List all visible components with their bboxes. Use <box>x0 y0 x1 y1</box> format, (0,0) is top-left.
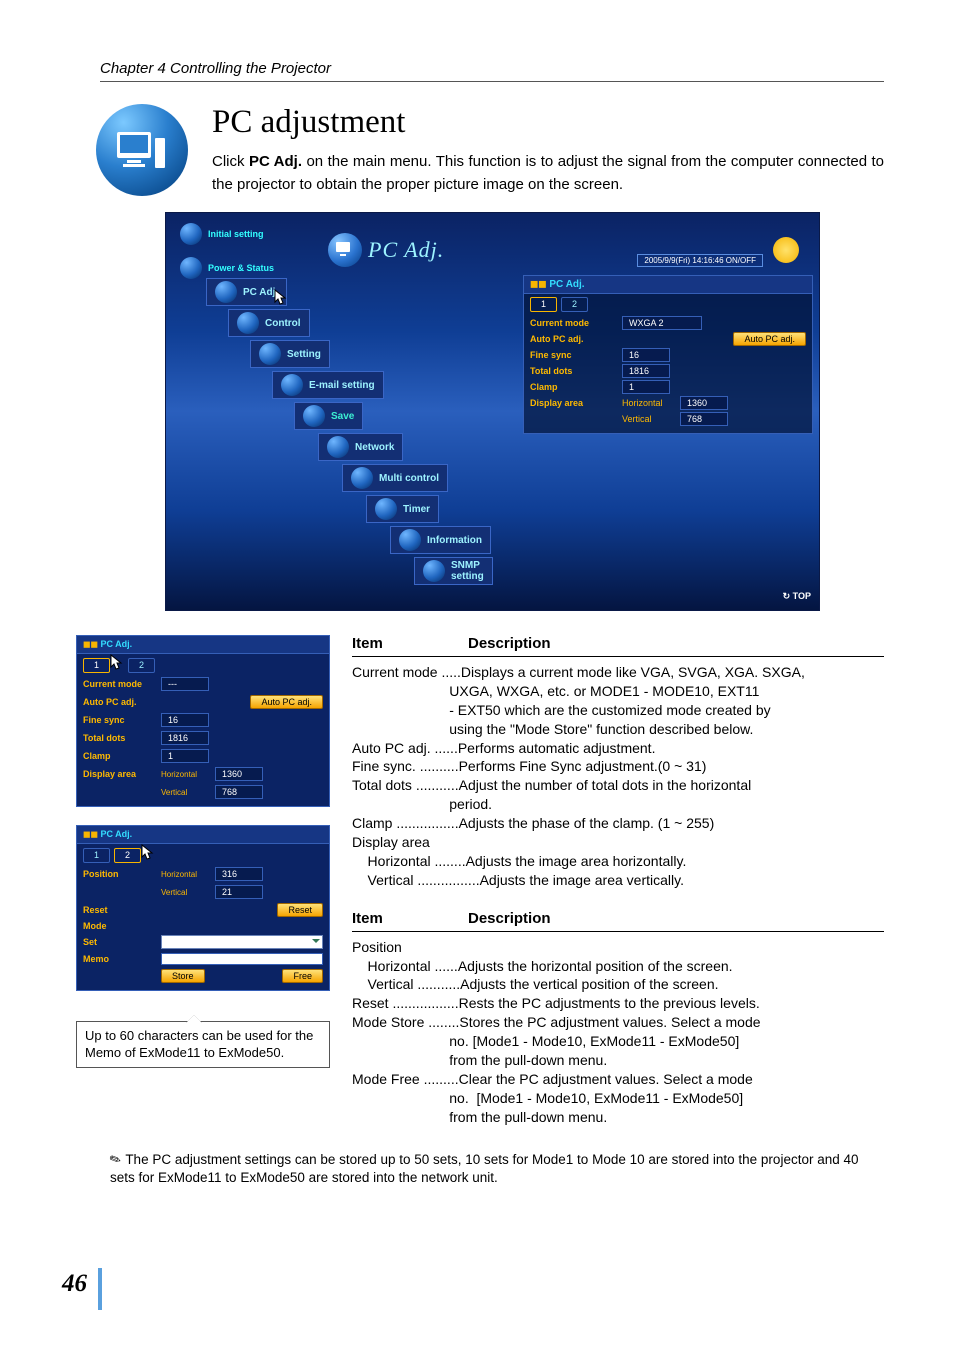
nav-control[interactable]: Control <box>228 309 310 337</box>
free-button[interactable]: Free <box>282 969 323 983</box>
main-screenshot: Initial setting Power & Status PC Adj. 2… <box>165 212 820 611</box>
page-number: 46 <box>62 1270 87 1298</box>
section-icon <box>96 104 188 196</box>
sun-icon <box>773 237 799 263</box>
table1-body: Current mode .....Displays a current mod… <box>352 663 884 890</box>
fine-sync-value[interactable]: 16 <box>622 348 670 362</box>
reset-button[interactable]: Reset <box>277 903 323 917</box>
gear-icon <box>180 223 202 245</box>
cursor-icon <box>110 654 124 670</box>
mini-screenshot-2: ◼◼ PC Adj. 1 2 PositionHorizontal316 Ver… <box>76 825 330 991</box>
m1-tab-1[interactable]: 1 <box>83 658 110 673</box>
page-stripe <box>98 1268 102 1310</box>
auto-pc-button[interactable]: Auto PC adj. <box>733 332 806 346</box>
tab-2[interactable]: 2 <box>561 297 588 312</box>
footnote: ✎The PC adjustment settings can be store… <box>110 1151 884 1187</box>
clock-box: 2005/9/9(Fri) 14:16:46 ON/OFF <box>637 254 763 267</box>
cursor-icon <box>274 289 288 305</box>
table2-header: ItemDescription <box>352 910 884 932</box>
pcadj-panel: ◼◼ PC Adj. 1 2 Current modeWXGA 2 Auto P… <box>523 275 813 434</box>
panel-title: ◼◼ PC Adj. <box>524 276 812 294</box>
nav-initial[interactable]: Initial setting <box>208 229 264 239</box>
m1-tab-2[interactable]: 2 <box>128 658 155 673</box>
nav-email[interactable]: E-mail setting <box>272 371 384 399</box>
top-link[interactable]: ↻ TOP <box>783 591 811 602</box>
pencil-icon: ✎ <box>107 1149 125 1170</box>
nav-setting[interactable]: Setting <box>250 340 330 368</box>
nav-info[interactable]: Information <box>390 526 491 554</box>
disp-horiz-value[interactable]: 1360 <box>680 396 728 410</box>
nav-snmp[interactable]: SNMP setting <box>414 557 493 585</box>
current-mode-value: WXGA 2 <box>622 316 702 330</box>
screen-title: PC Adj. <box>368 237 444 263</box>
memo-note: Up to 60 characters can be used for the … <box>76 1021 330 1068</box>
table1-header: ItemDescription <box>352 635 884 657</box>
nav-save[interactable]: Save <box>294 402 363 430</box>
page-title: PC adjustment <box>212 104 884 141</box>
cursor-icon <box>141 844 155 860</box>
total-dots-value[interactable]: 1816 <box>622 364 670 378</box>
m1-auto-pc-button[interactable]: Auto PC adj. <box>250 695 323 709</box>
callout-arrow <box>186 1015 202 1023</box>
store-button[interactable]: Store <box>161 969 205 983</box>
memo-input[interactable] <box>161 953 323 965</box>
divider <box>100 81 884 82</box>
set-dropdown[interactable] <box>161 935 323 949</box>
table2-body: Position Horizontal ......Adjusts the ho… <box>352 938 884 1127</box>
mini-screenshot-1: ◼◼ PC Adj. 1 2 Current mode--- Auto PC a… <box>76 635 330 807</box>
m2-tab-2[interactable]: 2 <box>114 848 141 863</box>
disp-vert-value[interactable]: 768 <box>680 412 728 426</box>
clamp-value[interactable]: 1 <box>622 380 670 394</box>
chapter-header: Chapter 4 Controlling the Projector <box>100 60 884 77</box>
intro-text: Click PC Adj. on the main menu. This fun… <box>212 151 884 196</box>
nav-multi[interactable]: Multi control <box>342 464 448 492</box>
m2-tab-1[interactable]: 1 <box>83 848 110 863</box>
tab-1[interactable]: 1 <box>530 297 557 312</box>
nav-power[interactable]: Power & Status <box>208 263 274 273</box>
nav-timer[interactable]: Timer <box>366 495 439 523</box>
nav-network[interactable]: Network <box>318 433 403 461</box>
pcadj-icon <box>328 233 362 267</box>
